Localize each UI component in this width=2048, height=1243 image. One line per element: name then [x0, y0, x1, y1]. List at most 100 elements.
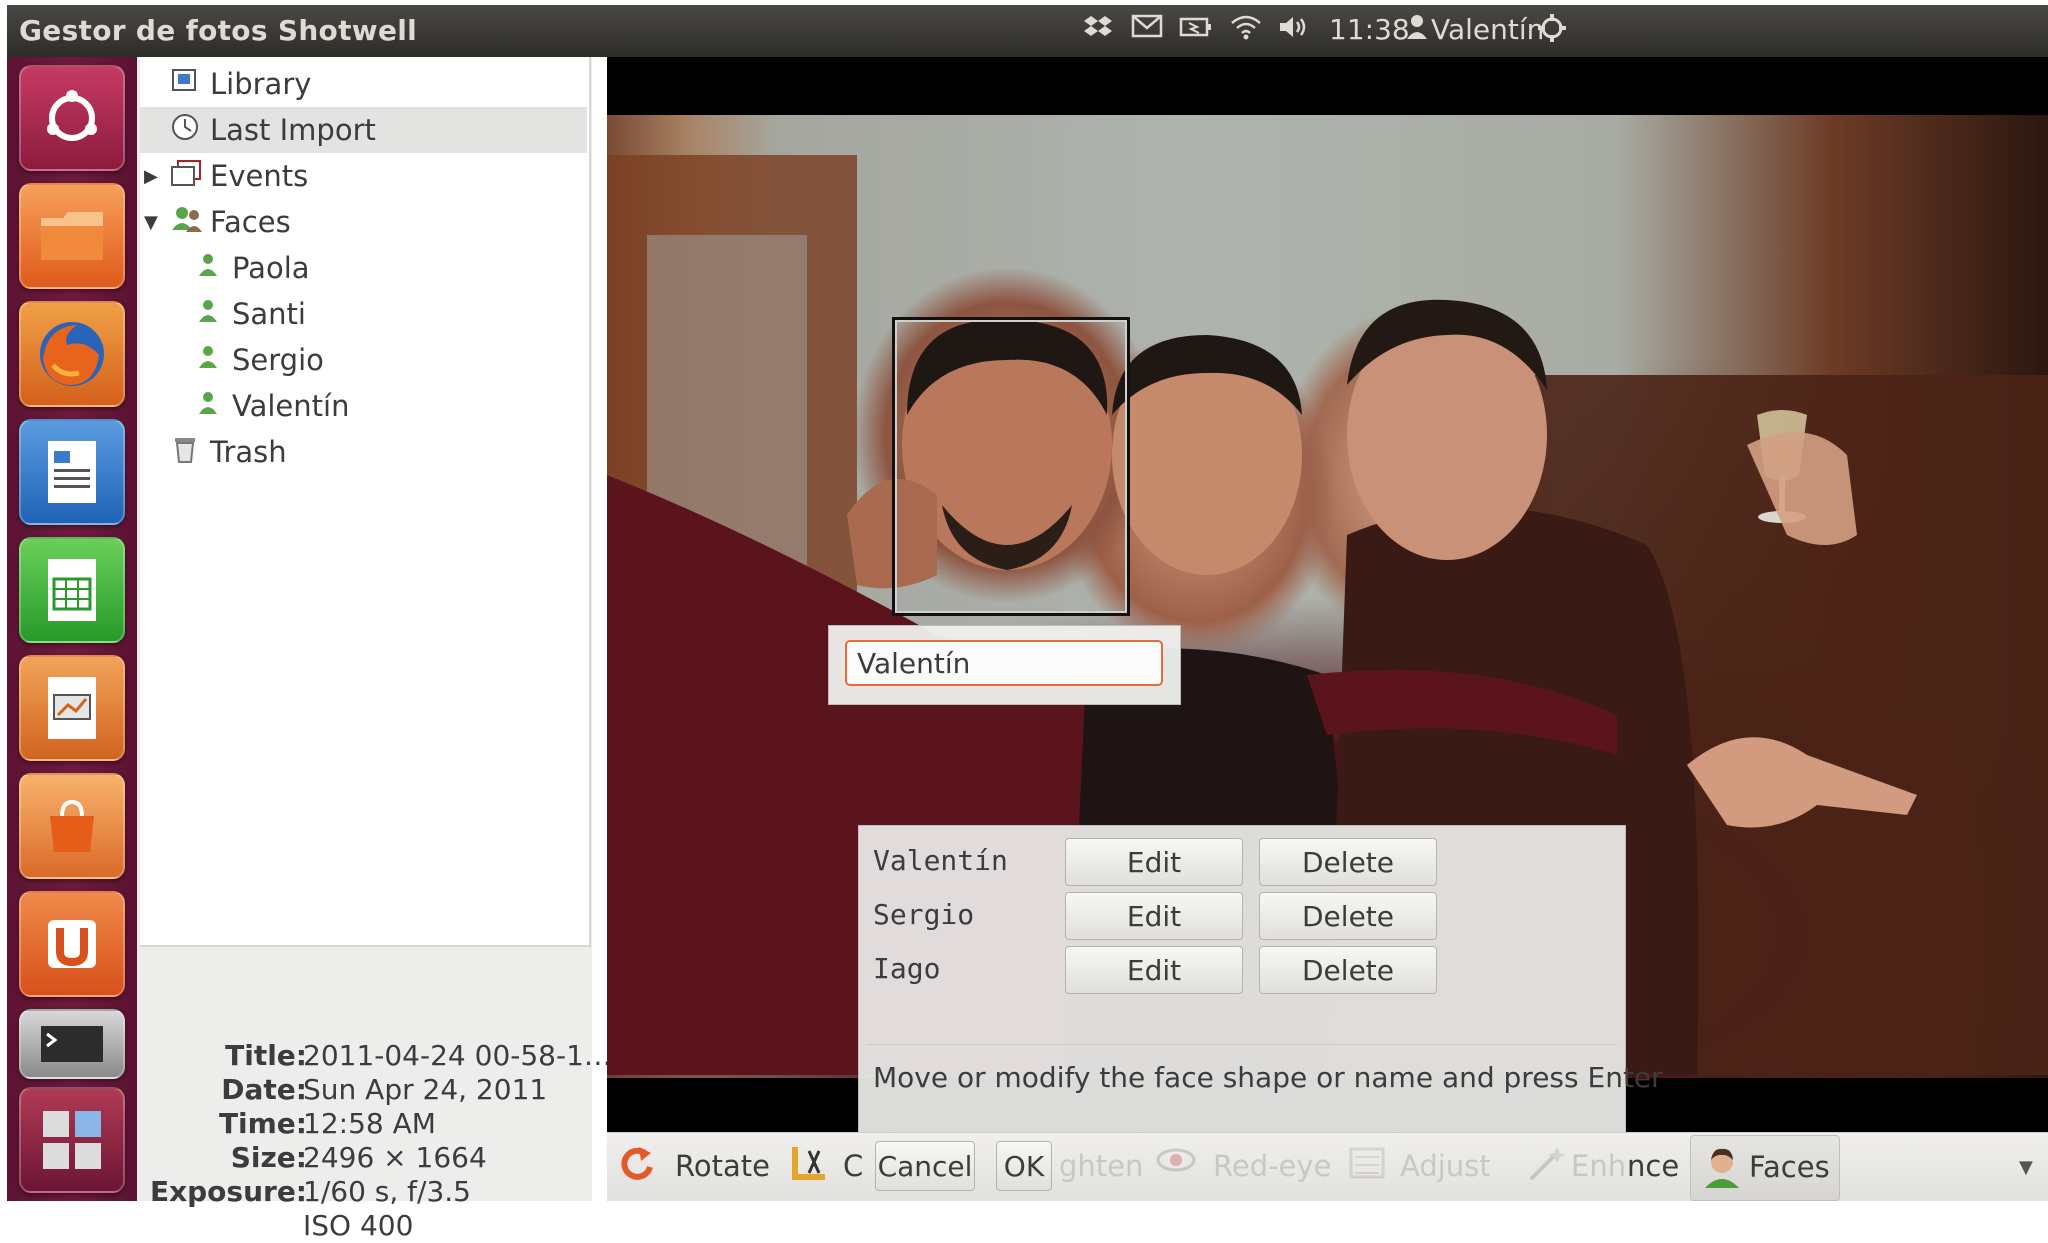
info-exposure-row: Exposure: 1/60 s, f/3.5: [137, 1175, 592, 1209]
info-size-row: Size: 2496 × 1664: [137, 1141, 592, 1175]
library-icon: [170, 67, 200, 102]
delete-face-button[interactable]: Delete: [1259, 838, 1437, 886]
sidebar-item-faces[interactable]: ▼ Faces: [140, 199, 587, 245]
sidebar-item-label: Last Import: [210, 113, 376, 147]
edit-face-button[interactable]: Edit: [1065, 892, 1243, 940]
photo-viewer: Valentín Edit Delete Sergio Edit Delete …: [607, 57, 2048, 1132]
sidebar-item-sergio[interactable]: Sergio: [140, 337, 587, 383]
files-icon[interactable]: [19, 183, 125, 289]
mail-icon[interactable]: [1131, 13, 1163, 47]
toolbar-overflow-arrow-icon[interactable]: ▼: [2019, 1157, 2033, 1178]
person-icon: [196, 252, 220, 285]
sidebar-tree: Library Last Import ▶ Events ▼ Faces Pao…: [140, 57, 591, 947]
info-date-row: Date: Sun Apr 24, 2011: [137, 1073, 592, 1107]
enhance-icon: [1527, 1143, 1567, 1192]
face-name-label: Iago: [873, 952, 941, 985]
clock[interactable]: 11:38: [1329, 13, 1410, 47]
sidebar-item-last-import[interactable]: Last Import: [140, 107, 587, 153]
user-name[interactable]: Valentín: [1431, 13, 1544, 47]
ubuntu-one-icon[interactable]: [19, 891, 125, 997]
redeye-button[interactable]: Red-eye: [1213, 1149, 1331, 1183]
delete-face-button[interactable]: Delete: [1259, 946, 1437, 994]
sidebar-item-santi[interactable]: Santi: [140, 291, 587, 337]
enhance-button-part[interactable]: Enh: [1571, 1149, 1626, 1183]
info-title-key: Title:: [225, 1039, 307, 1072]
edit-toolbar: Rotate C Cancel OK ghten Red-eye Adjust …: [607, 1132, 2048, 1201]
clock-icon: [170, 112, 200, 149]
info-time-row: Time: 12:58 AM: [137, 1107, 592, 1141]
sidebar-item-events[interactable]: ▶ Events: [140, 153, 587, 199]
software-center-icon[interactable]: [19, 773, 125, 879]
sidebar-item-label: Library: [210, 67, 312, 101]
user-icon[interactable]: [1405, 13, 1429, 49]
info-exposure-value: 1/60 s, f/3.5: [303, 1175, 471, 1208]
battery-icon[interactable]: [1179, 13, 1213, 47]
info-title-row: Title: 2011-04-24 00-58-1…: [137, 1039, 612, 1073]
crop-button[interactable]: C: [843, 1149, 863, 1183]
sidebar-item-label: Santi: [232, 297, 306, 331]
person-icon: [196, 390, 220, 423]
trash-icon: [172, 434, 198, 471]
redeye-icon: [1155, 1143, 1197, 1186]
events-icon: [170, 159, 202, 194]
faces-tool-button[interactable]: Faces: [1690, 1135, 1840, 1201]
ok-button[interactable]: OK: [996, 1141, 1052, 1191]
sidebar-item-label: Paola: [232, 251, 310, 285]
sidebar-item-trash[interactable]: Trash: [140, 429, 587, 475]
info-exposure-key: Exposure:: [149, 1175, 307, 1208]
sidebar-item-label: Events: [210, 159, 309, 193]
photo-info-panel: Title: 2011-04-24 00-58-1… Date: Sun Apr…: [137, 957, 612, 1242]
edit-face-button[interactable]: Edit: [1065, 946, 1243, 994]
sidebar-item-library[interactable]: Library: [140, 61, 587, 107]
impress-icon[interactable]: [19, 655, 125, 761]
adjust-button[interactable]: Adjust: [1400, 1149, 1491, 1183]
rotate-icon[interactable]: [617, 1143, 657, 1192]
volume-icon[interactable]: [1277, 13, 1311, 49]
calc-icon[interactable]: [19, 537, 125, 643]
sidebar-item-label: Trash: [210, 435, 287, 469]
straighten-button[interactable]: ghten: [1059, 1149, 1143, 1183]
person-icon: [196, 298, 220, 331]
window-title: Gestor de fotos Shotwell: [19, 14, 418, 47]
faces-icon: [170, 204, 204, 241]
dropbox-icon[interactable]: [1083, 13, 1113, 51]
edit-face-button[interactable]: Edit: [1065, 838, 1243, 886]
wifi-icon[interactable]: [1229, 13, 1263, 49]
workspace-switcher-icon[interactable]: [19, 1087, 125, 1193]
delete-face-button[interactable]: Delete: [1259, 892, 1437, 940]
face-name-input[interactable]: [845, 640, 1163, 686]
terminal-icon[interactable]: [19, 1009, 125, 1079]
adjust-icon: [1347, 1143, 1387, 1192]
launcher: [7, 57, 137, 1201]
info-time-key: Time:: [218, 1107, 307, 1140]
info-size-value: 2496 × 1664: [303, 1141, 487, 1174]
sidebar-item-paola[interactable]: Paola: [140, 245, 587, 291]
enhance-button[interactable]: nce: [1627, 1149, 1679, 1183]
info-iso-row: ISO 400: [137, 1209, 592, 1243]
face-name-popup: [828, 625, 1181, 705]
info-title-value: 2011-04-24 00-58-1…: [303, 1039, 612, 1072]
cancel-button[interactable]: Cancel: [875, 1141, 975, 1191]
face-name-label: Sergio: [873, 898, 975, 931]
expand-arrow-icon[interactable]: ▶: [144, 166, 158, 187]
faces-dialog: Valentín Edit Delete Sergio Edit Delete …: [858, 825, 1663, 1132]
sidebar-item-label: Faces: [210, 205, 291, 239]
sidebar-item-label: Valentín: [232, 389, 350, 423]
info-iso-value: ISO 400: [303, 1209, 414, 1242]
top-panel: Gestor de fotos Shotwell 11:38 Valentín: [7, 5, 2048, 57]
face-selection-box[interactable]: [892, 317, 1130, 616]
crop-icon[interactable]: [789, 1143, 829, 1194]
faces-hint-text: Move or modify the face shape or name an…: [873, 1061, 1663, 1094]
writer-icon[interactable]: [19, 419, 125, 525]
power-icon[interactable]: [1537, 13, 1567, 51]
faces-tool-icon: [1701, 1146, 1743, 1194]
firefox-icon[interactable]: [19, 301, 125, 407]
rotate-button[interactable]: Rotate: [675, 1149, 770, 1183]
ubuntu-logo-icon[interactable]: [19, 65, 125, 171]
divider: [867, 1044, 1617, 1045]
collapse-arrow-icon[interactable]: ▼: [144, 212, 158, 233]
sidebar-item-valentin[interactable]: Valentín: [140, 383, 587, 429]
person-icon: [196, 344, 220, 377]
info-size-key: Size:: [230, 1141, 307, 1174]
info-time-value: 12:58 AM: [303, 1107, 436, 1140]
